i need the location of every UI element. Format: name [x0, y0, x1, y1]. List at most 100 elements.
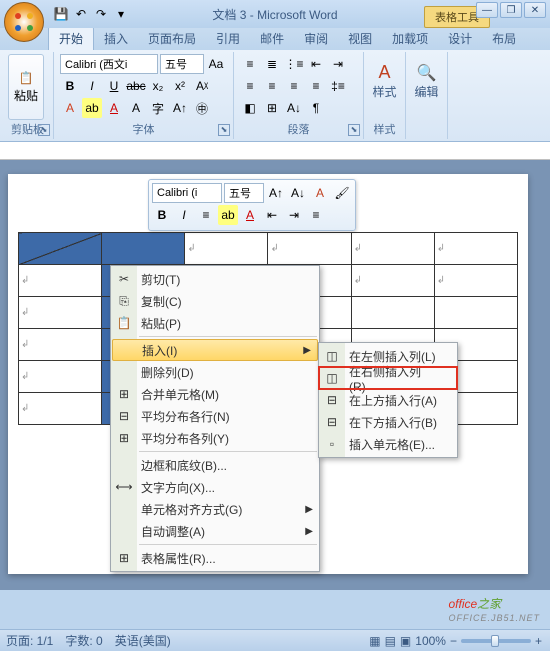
- clipboard-launcher-icon[interactable]: ⬊: [38, 124, 50, 136]
- view-web-icon[interactable]: ▣: [400, 634, 411, 648]
- para-launcher-icon[interactable]: ⬊: [348, 124, 360, 136]
- line-spacing-icon[interactable]: ‡≡: [328, 76, 348, 96]
- office-button[interactable]: [4, 2, 44, 42]
- char-border-icon[interactable]: A: [126, 98, 146, 118]
- menu-paste[interactable]: 📋粘贴(P): [111, 312, 319, 334]
- submenu-insert-cell[interactable]: ▫插入单元格(E)...: [319, 433, 457, 455]
- qat-more-icon[interactable]: ▾: [112, 5, 130, 23]
- submenu-insert-right[interactable]: ◫在右侧插入列(R): [319, 367, 457, 389]
- mini-styles-icon[interactable]: A: [310, 183, 330, 203]
- mini-bullets-icon[interactable]: ≡: [306, 205, 326, 225]
- menu-insert[interactable]: 插入(I)▶: [112, 339, 318, 361]
- tab-insert[interactable]: 插入: [94, 27, 138, 50]
- bullets-icon[interactable]: ≡: [240, 54, 260, 74]
- mini-size-combo[interactable]: 五号: [224, 183, 264, 203]
- table-cell[interactable]: ↲: [351, 233, 434, 265]
- editing-button[interactable]: 🔍 编辑: [409, 56, 445, 106]
- table-cell[interactable]: [19, 233, 102, 265]
- tab-home[interactable]: 开始: [48, 26, 94, 50]
- numbering-icon[interactable]: ≣: [262, 54, 282, 74]
- italic-icon[interactable]: I: [82, 76, 102, 96]
- save-icon[interactable]: 💾: [52, 5, 70, 23]
- text-effects-icon[interactable]: A: [60, 98, 80, 118]
- menu-props[interactable]: ⊞表格属性(R)...: [111, 547, 319, 569]
- tab-table-layout[interactable]: 布局: [482, 27, 526, 50]
- table-cell[interactable]: [434, 297, 517, 329]
- mini-grow-icon[interactable]: A↑: [266, 183, 286, 203]
- menu-borders[interactable]: 边框和底纹(B)...: [111, 454, 319, 476]
- justify-icon[interactable]: ≡: [306, 76, 326, 96]
- mini-align-icon[interactable]: ≡: [196, 205, 216, 225]
- table-cell[interactable]: ↲: [351, 265, 434, 297]
- strike-icon[interactable]: abc: [126, 76, 146, 96]
- undo-icon[interactable]: ↶: [72, 5, 90, 23]
- submenu-insert-below[interactable]: ⊟在下方插入行(B): [319, 411, 457, 433]
- zoom-slider[interactable]: [461, 639, 531, 643]
- menu-merge[interactable]: ⊞合并单元格(M): [111, 383, 319, 405]
- sort-icon[interactable]: A↓: [284, 98, 304, 118]
- tab-view[interactable]: 视图: [338, 27, 382, 50]
- align-left-icon[interactable]: ≡: [240, 76, 260, 96]
- table-cell[interactable]: ↲: [19, 265, 102, 297]
- mini-color-icon[interactable]: A: [240, 205, 260, 225]
- view-read-icon[interactable]: ▤: [385, 634, 396, 648]
- menu-align[interactable]: 单元格对齐方式(G)▶: [111, 498, 319, 520]
- tab-mailings[interactable]: 邮件: [250, 27, 294, 50]
- change-case-icon[interactable]: Aa: [206, 54, 226, 74]
- menu-dist-cols[interactable]: ⊞平均分布各列(Y): [111, 427, 319, 449]
- mini-italic-icon[interactable]: I: [174, 205, 194, 225]
- mini-highlight-icon[interactable]: ab: [218, 205, 238, 225]
- align-right-icon[interactable]: ≡: [284, 76, 304, 96]
- zoom-out-icon[interactable]: −: [450, 634, 457, 648]
- mini-font-combo[interactable]: Calibri (i: [152, 183, 222, 203]
- table-cell[interactable]: [351, 297, 434, 329]
- styles-button[interactable]: A 样式: [367, 56, 403, 106]
- table-cell[interactable]: ↲: [19, 361, 102, 393]
- menu-cut[interactable]: ✂剪切(T): [111, 268, 319, 290]
- tab-review[interactable]: 审阅: [294, 27, 338, 50]
- zoom-thumb[interactable]: [491, 635, 499, 647]
- mini-indent-r-icon[interactable]: ⇥: [284, 205, 304, 225]
- subscript-icon[interactable]: x₂: [148, 76, 168, 96]
- mini-painter-icon[interactable]: 🖌: [332, 183, 352, 203]
- zoom-label[interactable]: 100%: [415, 634, 446, 648]
- tab-page-layout[interactable]: 页面布局: [138, 27, 206, 50]
- table-cell[interactable]: [102, 233, 185, 265]
- bold-icon[interactable]: B: [60, 76, 80, 96]
- indent-right-icon[interactable]: ⇥: [328, 54, 348, 74]
- table-cell[interactable]: ↲: [268, 233, 351, 265]
- table-cell[interactable]: ↲: [19, 329, 102, 361]
- phonetic-icon[interactable]: ㊥: [192, 98, 212, 118]
- table-cell[interactable]: ↲: [434, 233, 517, 265]
- table-cell[interactable]: ↲: [19, 393, 102, 425]
- view-print-icon[interactable]: ▦: [369, 634, 380, 648]
- superscript-icon[interactable]: x²: [170, 76, 190, 96]
- font-name-combo[interactable]: Calibri (西文i: [60, 54, 158, 74]
- submenu-insert-above[interactable]: ⊟在上方插入行(A): [319, 389, 457, 411]
- restore-button[interactable]: ❐: [500, 2, 522, 18]
- mini-indent-l-icon[interactable]: ⇤: [262, 205, 282, 225]
- tab-design[interactable]: 设计: [438, 27, 482, 50]
- font-size-combo[interactable]: 五号: [160, 54, 204, 74]
- font-color-icon[interactable]: A: [104, 98, 124, 118]
- menu-autofit[interactable]: 自动调整(A)▶: [111, 520, 319, 542]
- tab-references[interactable]: 引用: [206, 27, 250, 50]
- indent-left-icon[interactable]: ⇤: [306, 54, 326, 74]
- align-center-icon[interactable]: ≡: [262, 76, 282, 96]
- table-cell[interactable]: ↲: [434, 265, 517, 297]
- close-button[interactable]: ✕: [524, 2, 546, 18]
- menu-delete-col[interactable]: 删除列(D): [111, 361, 319, 383]
- tab-addins[interactable]: 加载项: [382, 27, 438, 50]
- multilevel-icon[interactable]: ⋮≡: [284, 54, 304, 74]
- menu-dist-rows[interactable]: ⊟平均分布各行(N): [111, 405, 319, 427]
- grow-font-icon[interactable]: A↑: [170, 98, 190, 118]
- borders-icon[interactable]: ⊞: [262, 98, 282, 118]
- menu-text-dir[interactable]: ⟷文字方向(X)...: [111, 476, 319, 498]
- char-shading-icon[interactable]: 字: [148, 98, 168, 118]
- status-page[interactable]: 页面: 1/1: [6, 632, 53, 649]
- highlight-icon[interactable]: ab: [82, 98, 102, 118]
- minimize-button[interactable]: —: [476, 2, 498, 18]
- underline-icon[interactable]: U: [104, 76, 124, 96]
- clear-format-icon[interactable]: Aᵡ: [192, 76, 212, 96]
- redo-icon[interactable]: ↷: [92, 5, 110, 23]
